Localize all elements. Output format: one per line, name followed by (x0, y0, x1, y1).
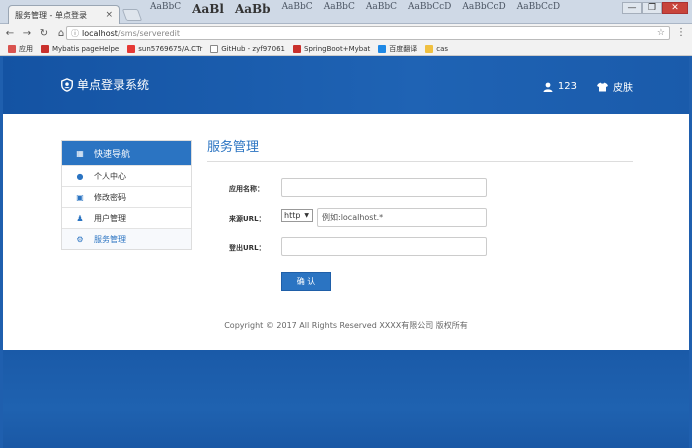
app-name-input[interactable] (281, 178, 487, 197)
page-bottom-band (3, 350, 689, 448)
confirm-button[interactable]: 确 认 (281, 272, 331, 291)
g-logo-icon (127, 44, 136, 53)
url-path: /sms/serveredit (117, 28, 180, 38)
restore-button[interactable]: ❐ (642, 2, 662, 14)
sidebar-item-label: 修改密码 (94, 192, 126, 202)
sidebar-item-personal-center[interactable]: ● 个人中心 (62, 165, 191, 186)
c-logo-icon (293, 44, 301, 53)
lock-icon: ▣ (76, 192, 84, 202)
bookmark-item[interactable]: sun5769675/A.CTr (127, 44, 203, 53)
close-window-button[interactable]: ✕ (662, 2, 688, 14)
forward-arrow-icon[interactable]: → (20, 28, 34, 39)
ribbon-style: AaBb (234, 2, 271, 16)
site-brand[interactable]: 单点登录系统 (60, 76, 149, 93)
address-bar-row: ← → ↻ ⌂ ⓘ localhost /sms/serveredit ☆ ⋮ (0, 24, 692, 42)
c-logo-icon (41, 44, 49, 53)
sidebar-header-quick-nav[interactable]: ▦ 快速导航 (62, 141, 191, 165)
skin-menu[interactable]: 皮肤 (597, 79, 633, 94)
gear-icon: ⚙ (76, 234, 84, 244)
back-arrow-icon[interactable]: ← (3, 28, 17, 39)
ribbon-style: AaBbC (365, 2, 397, 12)
form-row-logout-url: 登出URL： (207, 237, 633, 257)
sidebar-item-label: 服务管理 (94, 234, 126, 244)
tshirt-icon (597, 82, 608, 91)
minimize-button[interactable]: — (622, 2, 642, 14)
bookmark-item[interactable]: Mybatis pageHelpe (41, 44, 120, 53)
skin-label: 皮肤 (613, 83, 633, 94)
ribbon-style: AaBl (192, 2, 224, 16)
page-content: ▦ 快速导航 ● 个人中心 ▣ 修改密码 ♟ 用户管理 ⚙ 服务管理 服务管理 … (3, 114, 689, 350)
translate-icon (378, 44, 387, 53)
window-controls: — ❐ ✕ (622, 2, 688, 14)
sidebar-item-label: 快速导航 (94, 149, 131, 160)
url-field[interactable]: ⓘ localhost /sms/serveredit ☆ (66, 26, 670, 40)
ribbon-style: AaBbCcD (462, 2, 506, 12)
ribbon-style: AaBbCcD (407, 2, 452, 12)
page-icon (210, 44, 219, 53)
protocol-value: http (284, 211, 301, 220)
username: 123 (557, 81, 577, 92)
bookmark-label: SpringBoot+Mybat (304, 44, 371, 53)
folder-icon (425, 44, 434, 53)
user-icon (543, 82, 553, 92)
tab-close-icon[interactable]: × (105, 10, 113, 20)
bookmark-apps[interactable]: 应用 (8, 44, 33, 54)
bookmark-star-icon[interactable]: ☆ (657, 28, 665, 38)
grid-icon: ▦ (76, 148, 84, 158)
site-header: 单点登录系统 123 皮肤 (3, 57, 689, 114)
page-title: 服务管理 (207, 136, 633, 162)
ribbon-style: AaBbCcD (516, 2, 561, 12)
users-icon: ♟ (76, 213, 84, 223)
bookmark-label: 应用 (19, 44, 33, 53)
shield-logo-icon (61, 77, 73, 92)
header-actions: 123 皮肤 (543, 79, 633, 94)
user-menu[interactable]: 123 (543, 79, 577, 94)
apps-grid-icon (8, 44, 16, 53)
form-row-app-name: 应用名称： (207, 178, 633, 198)
ribbon-style: AaBbC (323, 2, 355, 12)
bookmark-item[interactable]: SpringBoot+Mybat (293, 44, 371, 53)
copyright-footer: Copyright © 2017 All Rights Reserved XXX… (224, 321, 468, 330)
bookmark-label: 百度翻译 (389, 44, 418, 53)
user-icon: ● (76, 171, 84, 181)
form-row-source-url: 来源URL： http ▼ 例如:localhost.* (207, 208, 633, 228)
sidebar-item-change-password[interactable]: ▣ 修改密码 (62, 186, 191, 207)
service-form-panel: 服务管理 应用名称： 来源URL： http ▼ 例如:localhost.* … (207, 136, 633, 291)
bookmark-item[interactable]: 百度翻译 (378, 44, 417, 54)
new-tab-button[interactable] (121, 9, 143, 21)
logout-url-label: 登出URL： (229, 244, 266, 252)
browser-tab[interactable]: 服务管理 - 单点登录 × (8, 5, 120, 24)
bookmark-label: GitHub - zyf97061 (221, 44, 285, 53)
bookmark-item[interactable]: cas (425, 44, 449, 53)
sidebar-item-label: 个人中心 (94, 171, 126, 181)
site-title: 单点登录系统 (77, 78, 150, 92)
sidebar-item-user-management[interactable]: ♟ 用户管理 (62, 207, 191, 228)
bookmarks-bar: 应用 Mybatis pageHelpe sun5769675/A.CTr Gi… (0, 42, 692, 56)
browser-titlebar: 服务管理 - 单点登录 × AaBbC AaBl AaBb AaBbC AaBb… (0, 0, 692, 24)
bookmark-label: cas (436, 44, 449, 53)
tab-title: 服务管理 - 单点登录 (15, 10, 87, 20)
sidebar-item-service-management[interactable]: ⚙ 服务管理 (62, 228, 191, 249)
bookmark-item[interactable]: GitHub - zyf97061 (210, 44, 285, 53)
source-url-input[interactable]: 例如:localhost.* (317, 208, 487, 227)
browser-menu-icon[interactable]: ⋮ (676, 27, 686, 38)
sidebar-nav: ▦ 快速导航 ● 个人中心 ▣ 修改密码 ♟ 用户管理 ⚙ 服务管理 (61, 140, 192, 250)
bookmark-label: sun5769675/A.CTr (138, 44, 203, 53)
ribbon-style: AaBbC (281, 2, 313, 12)
reload-icon[interactable]: ↻ (37, 28, 51, 39)
page-info-icon[interactable]: ⓘ (71, 28, 79, 39)
chevron-down-icon: ▼ (304, 212, 310, 219)
protocol-select[interactable]: http ▼ (281, 209, 313, 222)
ribbon-style: AaBbC (150, 2, 182, 12)
app-name-label: 应用名称： (229, 185, 264, 193)
bookmark-label: Mybatis pageHelpe (52, 44, 120, 53)
url-host: localhost (82, 28, 118, 38)
source-url-label: 来源URL： (229, 215, 266, 223)
logout-url-input[interactable] (281, 237, 487, 256)
sidebar-item-label: 用户管理 (94, 213, 126, 223)
background-style-ribbon: AaBbC AaBl AaBb AaBbC AaBbC AaBbC AaBbCc… (150, 2, 560, 16)
